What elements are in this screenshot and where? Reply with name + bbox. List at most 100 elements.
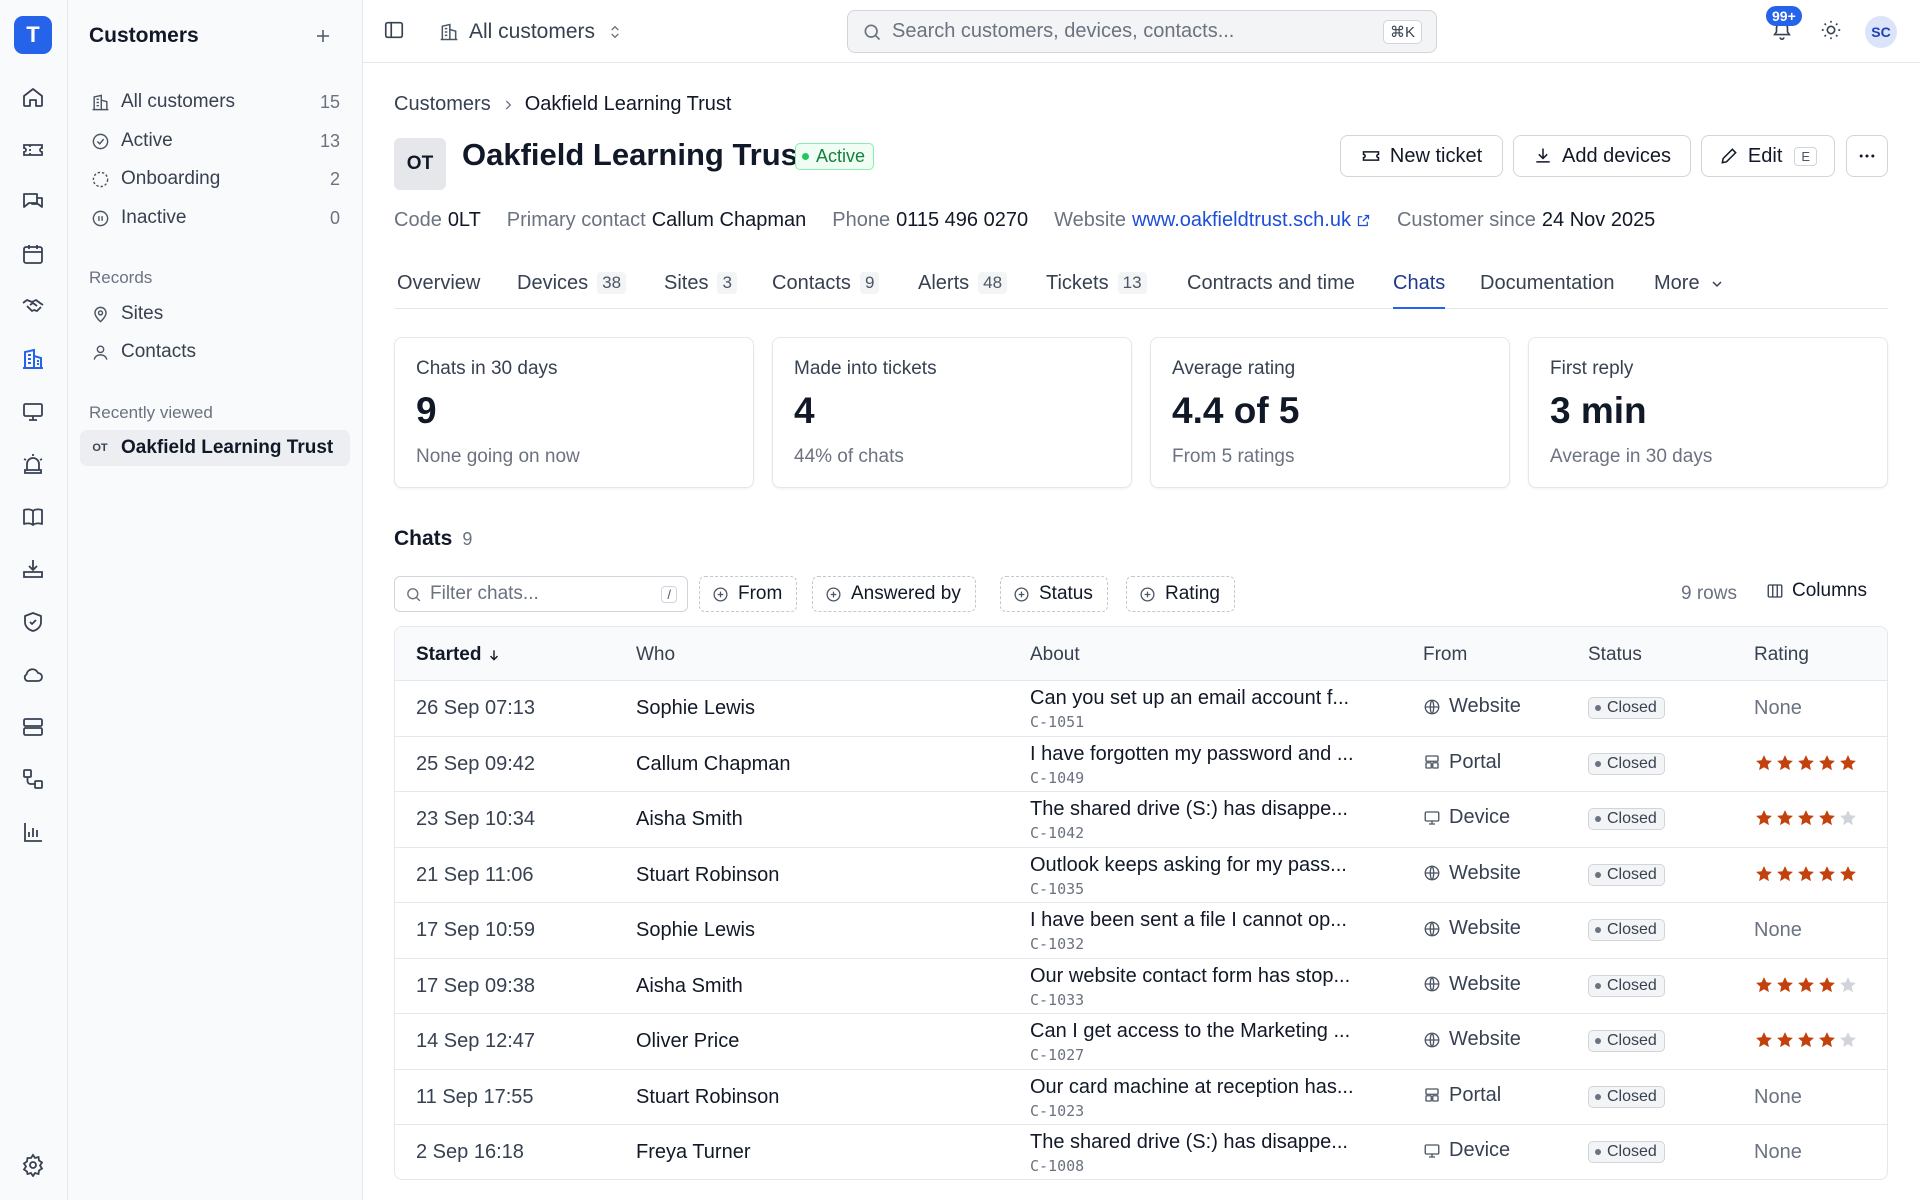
cell-who[interactable]: Sophie Lewis <box>636 697 755 720</box>
more-actions-button[interactable] <box>1846 135 1888 177</box>
column-header-started[interactable]: Started <box>416 644 501 666</box>
app-logo[interactable]: T <box>14 16 52 54</box>
filter-status-button[interactable]: Status <box>1000 576 1108 612</box>
table-row[interactable]: 21 Sep 11:06 Stuart Robinson Outlook kee… <box>395 848 1887 903</box>
filter-chats-input[interactable]: Filter chats... / <box>394 576 688 612</box>
server-icon[interactable] <box>14 708 52 746</box>
cell-who[interactable]: Stuart Robinson <box>636 864 779 887</box>
tab-contacts[interactable]: Contacts 9 <box>772 262 880 309</box>
cell-about[interactable]: Our website contact form has stop... C-1… <box>1030 965 1395 1009</box>
website-link[interactable]: www.oakfieldtrust.sch.uk <box>1132 209 1371 232</box>
chat-icon[interactable] <box>14 183 52 221</box>
star-icon <box>1840 810 1856 826</box>
column-header-status[interactable]: Status <box>1588 644 1642 666</box>
calendar-icon[interactable] <box>14 235 52 273</box>
cell-who[interactable]: Aisha Smith <box>636 975 743 998</box>
home-icon[interactable] <box>14 78 52 116</box>
edit-button[interactable]: Edit E <box>1701 135 1835 177</box>
global-search[interactable]: Search customers, devices, contacts... ⌘… <box>847 10 1437 53</box>
stat-label: Chats in 30 days <box>416 358 558 379</box>
stat-value: 9 <box>416 390 437 431</box>
tab-alerts[interactable]: Alerts 48 <box>918 262 1008 309</box>
table-row[interactable]: 14 Sep 12:47 Oliver Price Can I get acce… <box>395 1014 1887 1070</box>
cloud-icon[interactable] <box>14 656 52 694</box>
cell-who[interactable]: Oliver Price <box>636 1030 739 1053</box>
cell-about[interactable]: Outlook keeps asking for my pass... C-10… <box>1030 854 1395 898</box>
breadcrumb-root[interactable]: Customers <box>394 93 491 116</box>
cell-about[interactable]: The shared drive (S:) has disappe... C-1… <box>1030 1131 1395 1175</box>
avatar[interactable]: SC <box>1865 16 1897 48</box>
table-row[interactable]: 25 Sep 09:42 Callum Chapman I have forgo… <box>395 737 1887 792</box>
tab-contracts[interactable]: Contracts and time <box>1187 262 1355 309</box>
column-header-rating[interactable]: Rating <box>1754 644 1809 666</box>
add-devices-button[interactable]: Add devices <box>1513 135 1691 177</box>
columns-button[interactable]: Columns <box>1766 580 1867 602</box>
table-row[interactable]: 17 Sep 10:59 Sophie Lewis I have been se… <box>395 903 1887 959</box>
cell-about[interactable]: Can you set up an email account f... C-1… <box>1030 687 1395 731</box>
recent-item-oakfield[interactable]: OT Oakfield Learning Trust <box>80 430 350 466</box>
pencil-icon <box>1719 146 1739 166</box>
scope-selector[interactable]: All customers <box>439 14 623 50</box>
tab-tickets[interactable]: Tickets 13 <box>1046 262 1147 309</box>
bar-chart-icon[interactable] <box>14 813 52 851</box>
tab-devices[interactable]: Devices 38 <box>517 262 627 309</box>
monitor-icon[interactable] <box>14 393 52 431</box>
monitor-icon <box>1423 809 1441 827</box>
sidebar-item-inactive[interactable]: Inactive 0 <box>80 200 350 236</box>
cell-who[interactable]: Stuart Robinson <box>636 1086 779 1109</box>
table-row[interactable]: 2 Sep 16:18 Freya Turner The shared driv… <box>395 1125 1887 1179</box>
column-header-from[interactable]: From <box>1423 644 1467 666</box>
table-row[interactable]: 26 Sep 07:13 Sophie Lewis Can you set up… <box>395 681 1887 737</box>
book-icon[interactable] <box>14 498 52 536</box>
filter-rating-button[interactable]: Rating <box>1126 576 1235 612</box>
gear-icon[interactable] <box>14 1146 52 1184</box>
new-ticket-button[interactable]: New ticket <box>1340 135 1503 177</box>
shield-icon[interactable] <box>14 603 52 641</box>
table-row[interactable]: 23 Sep 10:34 Aisha Smith The shared driv… <box>395 792 1887 848</box>
tab-chats[interactable]: Chats <box>1393 262 1446 309</box>
sidebar-item-sites[interactable]: Sites <box>80 296 350 332</box>
cell-who[interactable]: Freya Turner <box>636 1141 750 1164</box>
building-icon[interactable] <box>14 340 52 378</box>
sidebar-item-onboarding[interactable]: Onboarding 2 <box>80 161 350 197</box>
status-badge: Closed <box>1588 697 1665 719</box>
tab-overview[interactable]: Overview <box>397 262 480 309</box>
plus-circle-icon <box>825 586 842 603</box>
cell-about[interactable]: I have forgotten my password and ... C-1… <box>1030 743 1395 787</box>
workflow-icon[interactable] <box>14 760 52 798</box>
add-customer-button[interactable] <box>309 22 337 50</box>
customer-meta: Code 0LT Primary contact Callum Chapman Ph… <box>394 209 1681 232</box>
cell-who[interactable]: Aisha Smith <box>636 808 743 831</box>
status-dot <box>1595 1038 1601 1044</box>
cell-from: Device <box>1423 1139 1510 1162</box>
tab-sites[interactable]: Sites 3 <box>664 262 737 309</box>
contact-value[interactable]: Callum Chapman <box>652 209 807 232</box>
sidebar-item-active[interactable]: Active 13 <box>80 123 350 159</box>
filter-from-button[interactable]: From <box>699 576 798 612</box>
theme-toggle-icon[interactable] <box>1820 19 1842 41</box>
cell-who[interactable]: Callum Chapman <box>636 753 791 776</box>
tab-documentation[interactable]: Documentation <box>1480 262 1615 309</box>
table-row[interactable]: 17 Sep 09:38 Aisha Smith Our website con… <box>395 959 1887 1014</box>
cell-about[interactable]: The shared drive (S:) has disappe... C-1… <box>1030 798 1395 842</box>
handshake-icon[interactable] <box>14 287 52 325</box>
cell-about[interactable]: I have been sent a file I cannot op... C… <box>1030 909 1395 953</box>
table-row[interactable]: 11 Sep 17:55 Stuart Robinson Our card ma… <box>395 1070 1887 1125</box>
download-tray-icon[interactable] <box>14 550 52 588</box>
filter-answered-by-button[interactable]: Answered by <box>812 576 976 612</box>
sidebar-toggle-icon[interactable] <box>383 19 405 41</box>
breadcrumb-current: Oakfield Learning Trust <box>524 93 732 115</box>
sidebar-item-all-customers[interactable]: All customers 15 <box>80 84 350 120</box>
column-header-about[interactable]: About <box>1030 644 1080 666</box>
star-icon <box>1777 976 1793 992</box>
status-badge: Closed <box>1588 1085 1665 1108</box>
alarm-icon[interactable] <box>14 445 52 483</box>
cell-about[interactable]: Our card machine at reception has... C-1… <box>1030 1076 1395 1120</box>
column-header-who[interactable]: Who <box>636 644 675 666</box>
column-header-label: Status <box>1588 644 1642 665</box>
cell-who[interactable]: Sophie Lewis <box>636 919 755 942</box>
ticket-icon[interactable] <box>14 131 52 169</box>
sidebar-item-contacts[interactable]: Contacts <box>80 334 350 370</box>
tab-more[interactable]: More <box>1654 262 1725 309</box>
cell-about[interactable]: Can I get access to the Marketing ... C-… <box>1030 1020 1395 1064</box>
